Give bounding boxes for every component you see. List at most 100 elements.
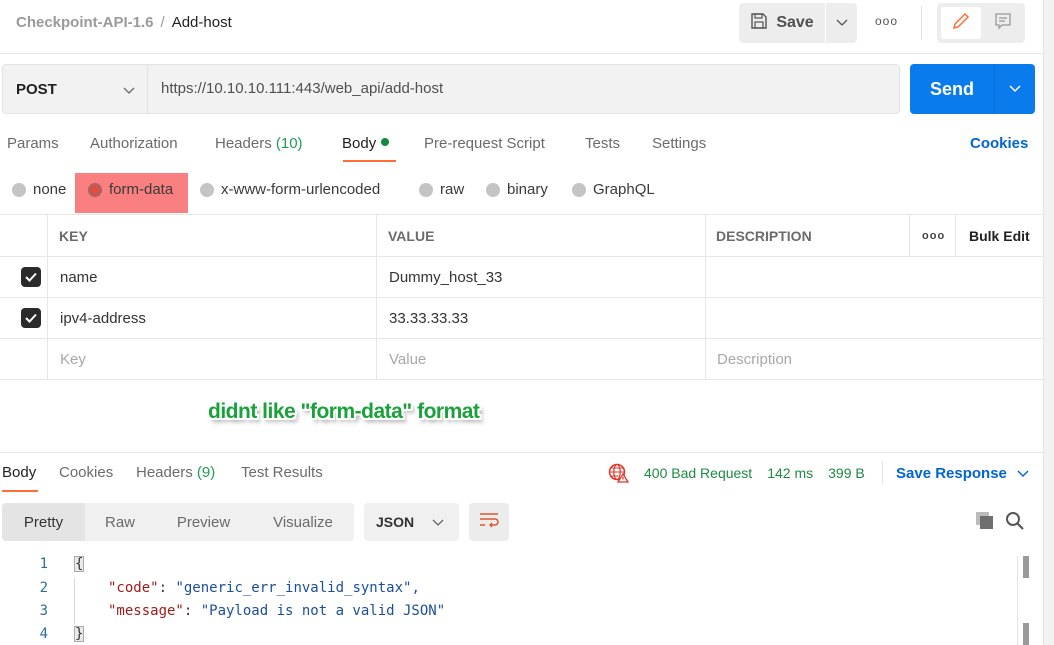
description-input-placeholder[interactable]: Description [717, 339, 792, 379]
key-input-placeholder[interactable]: Key [60, 339, 86, 379]
radio-binary[interactable]: binary [486, 181, 548, 198]
bulk-edit-button[interactable]: Bulk Edit [969, 215, 1030, 256]
radio-icon [12, 182, 26, 197]
url-bar: POST https://10.10.10.111:443/web_api/ad… [2, 64, 900, 114]
chevron-down-icon [836, 14, 848, 32]
search-icon[interactable] [1005, 511, 1025, 536]
code-line: "code": "generic_err_invalid_syntax", [108, 580, 420, 596]
row-checkbox[interactable] [21, 257, 41, 297]
code-line: { [74, 556, 85, 572]
tab-label: Params [7, 135, 59, 152]
radio-icon [572, 182, 586, 197]
json-value: "Payload is not a valid JSON" [200, 603, 446, 619]
table-header-row: KEY VALUE DESCRIPTION ooo Bulk Edit [0, 214, 1043, 257]
checkbox-checked-icon [21, 267, 41, 287]
table-row-new: Key Value Description [0, 339, 1043, 380]
radio-icon [200, 182, 214, 197]
fold-close-brace[interactable]: } [74, 626, 85, 642]
column-header-key: KEY [59, 227, 88, 244]
chevron-down-icon [1009, 80, 1021, 98]
radio-graphql[interactable]: GraphQL [572, 181, 655, 198]
radio-form-data[interactable]: form-data [88, 181, 173, 198]
save-button[interactable]: Save [739, 3, 825, 43]
description-cell[interactable] [717, 257, 1037, 297]
method-select[interactable]: POST [3, 65, 148, 113]
json-key: "message" [108, 603, 184, 619]
scrollbar-track [1017, 556, 1018, 645]
response-time[interactable]: 142 ms [767, 465, 813, 481]
comments-button[interactable] [985, 7, 1021, 39]
column-header-description: DESCRIPTION [716, 227, 812, 244]
scrollbar-thumb[interactable] [1023, 623, 1029, 645]
response-tab-cookies[interactable]: Cookies [59, 464, 113, 481]
send-options-dropdown[interactable] [995, 64, 1035, 114]
save-response-button[interactable]: Save Response [896, 465, 1029, 482]
value-input-placeholder[interactable]: Value [389, 339, 426, 379]
key-cell[interactable]: name [60, 257, 98, 297]
tab-params[interactable]: Params [7, 135, 59, 152]
value-cell[interactable]: 33.33.33.33 [389, 298, 468, 338]
response-size[interactable]: 399 B [828, 465, 865, 481]
radio-label: none [33, 181, 67, 198]
radio-selected-icon [88, 182, 102, 197]
method-value: POST [16, 80, 57, 98]
value-cell[interactable]: Dummy_host_33 [389, 257, 502, 297]
tab-authorization[interactable]: Authorization [90, 135, 178, 152]
row-checkbox[interactable] [21, 298, 41, 338]
breadcrumb-separator: / [160, 14, 165, 31]
tab-headers[interactable]: Headers (10) [215, 135, 303, 152]
send-button[interactable]: Send [910, 64, 994, 114]
view-raw[interactable]: Raw [85, 503, 155, 541]
radio-x-www-form-urlencoded[interactable]: x-www-form-urlencoded [200, 181, 380, 198]
response-tab-test-results[interactable]: Test Results [241, 464, 323, 481]
active-tab-indicator [2, 490, 38, 492]
view-pretty[interactable]: Pretty [2, 503, 85, 541]
breadcrumb-collection[interactable]: Checkpoint-API-1.6 [16, 14, 154, 31]
radio-raw[interactable]: raw [419, 181, 464, 198]
line-number: 2 [39, 580, 48, 596]
pencil-icon [951, 11, 971, 36]
tab-label: Settings [652, 135, 707, 152]
response-tab-headers[interactable]: Headers (9) [136, 464, 215, 481]
indent-guide [74, 578, 75, 624]
headers-count: (9) [196, 464, 216, 481]
tab-label: Headers [215, 135, 272, 152]
chevron-down-icon [1017, 465, 1029, 482]
json-key: "code" [108, 580, 159, 596]
divider [0, 452, 1043, 453]
response-tab-body[interactable]: Body [2, 464, 36, 481]
format-select[interactable]: JSON [364, 503, 459, 541]
table-options-button[interactable]: ooo [922, 215, 945, 256]
radio-label: x-www-form-urlencoded [221, 181, 381, 198]
radio-label: GraphQL [593, 181, 655, 198]
tab-body[interactable]: Body [342, 135, 390, 152]
fold-open-brace[interactable]: { [74, 556, 85, 572]
key-cell[interactable]: ipv4-address [60, 298, 146, 338]
request-name[interactable]: Add-host [172, 14, 232, 31]
headers-count: (10) [275, 135, 303, 152]
description-cell[interactable] [717, 298, 1037, 338]
radio-none[interactable]: none [12, 181, 66, 198]
json-value: "generic_err_invalid_syntax", [175, 580, 420, 596]
save-icon [750, 12, 768, 35]
url-input[interactable]: https://10.10.10.111:443/web_api/add-hos… [161, 80, 443, 97]
wrap-lines-button[interactable] [469, 503, 509, 541]
status-code[interactable]: 400 Bad Request [644, 465, 752, 481]
edit-mode-button[interactable] [941, 7, 981, 39]
copy-icon[interactable] [975, 511, 995, 536]
save-options-dropdown[interactable] [826, 3, 857, 43]
cookies-link[interactable]: Cookies [970, 135, 1028, 152]
network-error-icon[interactable] [608, 463, 630, 488]
window-edge [1043, 0, 1054, 645]
more-actions-button[interactable]: ooo [875, 14, 898, 28]
tab-tests[interactable]: Tests [585, 135, 620, 152]
tab-label: Test Results [241, 464, 323, 481]
view-preview[interactable]: Preview [155, 503, 252, 541]
chevron-down-icon [123, 82, 135, 99]
tab-label: Cookies [59, 464, 114, 481]
scrollbar-thumb[interactable] [1023, 556, 1029, 578]
json-colon: : [158, 580, 176, 596]
view-visualize[interactable]: Visualize [252, 503, 354, 541]
tab-pre-request-script[interactable]: Pre-request Script [424, 135, 545, 152]
tab-settings[interactable]: Settings [652, 135, 706, 152]
